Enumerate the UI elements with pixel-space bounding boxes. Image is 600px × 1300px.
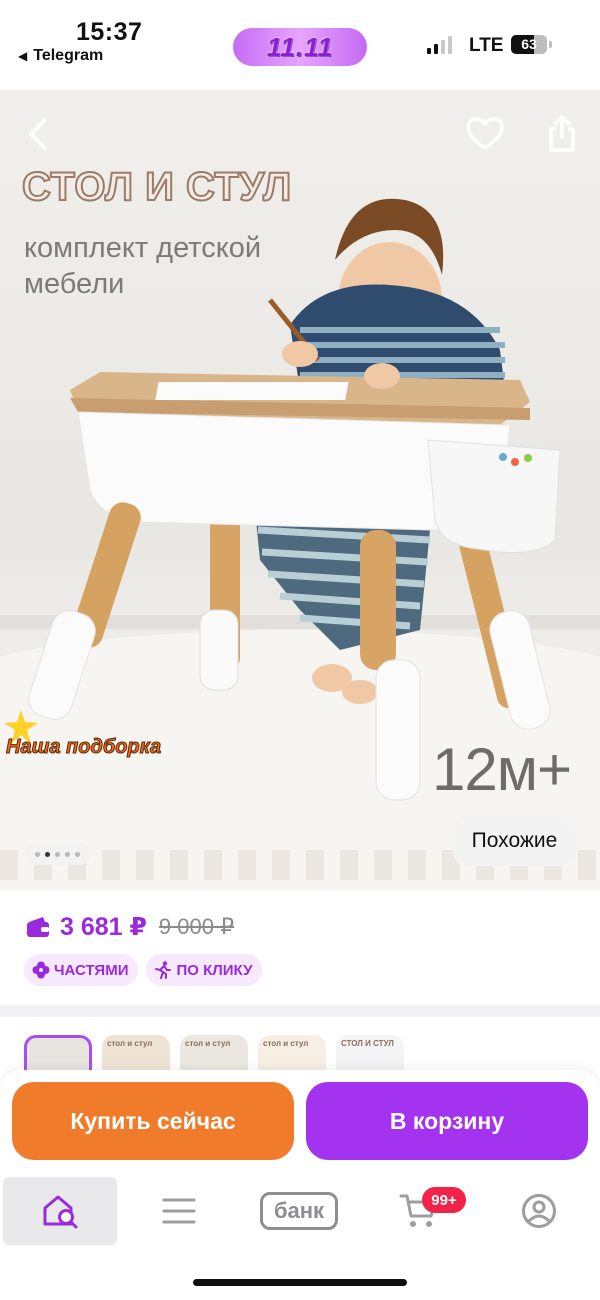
one-click-badge[interactable]: ПО КЛИКУ: [146, 954, 263, 986]
thumbnail-label: стол и стул: [263, 1039, 309, 1048]
favorite-button[interactable]: [463, 112, 507, 156]
similar-button[interactable]: Похожие: [453, 816, 576, 866]
purchase-action-bar: Купить сейчас В корзину: [0, 1070, 600, 1175]
current-price: 3 681 ₽: [60, 913, 147, 941]
product-image-carousel[interactable]: СТОЛ И СТУЛ комплект детской мебели 12м+…: [0, 90, 600, 890]
tab-bank[interactable]: банк: [242, 1177, 356, 1245]
thumbnail-label: СТОЛ И СТУЛ: [341, 1039, 394, 1048]
battery-level: 63: [521, 36, 537, 52]
hero-title: СТОЛ И СТУЛ: [21, 164, 292, 210]
carousel-page-dots: [25, 843, 90, 865]
age-label: 12м+: [432, 736, 572, 803]
one-click-label: ПО КЛИКУ: [176, 961, 253, 979]
old-price: 9 000 ₽: [158, 914, 235, 939]
installments-badge[interactable]: ЧАСТЯМИ: [24, 954, 139, 986]
thumbnail[interactable]: стол и стул: [102, 1035, 170, 1075]
battery-tip: [549, 41, 552, 48]
back-to-app-link[interactable]: ◀ Telegram: [18, 47, 103, 65]
carousel-dot: [45, 851, 50, 857]
thumbnail-label: стол и стул: [185, 1039, 231, 1048]
battery-icon: 63: [511, 35, 547, 54]
thumbnail-label: стол и стул: [107, 1039, 153, 1048]
price-row: 3 681 ₽ 9 000 ₽: [26, 912, 234, 942]
carousel-dot: [75, 851, 80, 857]
tab-home-search[interactable]: [3, 1177, 117, 1245]
thumbnail[interactable]: [24, 1035, 92, 1075]
thumbnail[interactable]: СТОЛ И СТУЛ: [336, 1035, 404, 1075]
installments-label: ЧАСТЯМИ: [54, 961, 129, 979]
heart-icon: [466, 117, 504, 150]
thumbnail-strip: стол и стул стол и стул стол и стул СТОЛ…: [0, 1017, 600, 1077]
thumbnail[interactable]: стол и стул: [180, 1035, 248, 1075]
home-search-icon: [43, 1195, 78, 1229]
promo-label: 11.11: [266, 31, 334, 62]
cart-count-badge: 99+: [422, 1187, 466, 1213]
clover-icon: [32, 961, 50, 979]
payment-badges: ЧАСТЯМИ ПО КЛИКУ: [24, 954, 263, 986]
carousel-dot: [35, 851, 40, 857]
share-button[interactable]: [540, 112, 584, 156]
back-button[interactable]: [16, 112, 60, 156]
back-arrow-icon: ◀: [18, 49, 28, 63]
network-label: LTE: [469, 35, 504, 56]
bottom-tab-bar: банк 99+: [0, 1175, 600, 1255]
profile-icon: [522, 1194, 556, 1228]
running-person-icon: [155, 961, 172, 979]
section-divider: [0, 1005, 600, 1017]
signal-icon: [427, 36, 452, 54]
promo-badge[interactable]: 11.11: [233, 28, 367, 66]
status-time: 15:37: [76, 18, 143, 46]
menu-icon: [162, 1198, 196, 1224]
price-card: 3 681 ₽ 9 000 ₽ ЧАСТЯМИ ПО КЛИКУ: [0, 890, 600, 1005]
home-indicator: [193, 1279, 407, 1286]
tab-profile[interactable]: [482, 1177, 596, 1245]
tab-cart[interactable]: 99+: [362, 1177, 476, 1245]
collection-label: Наша подборка: [5, 736, 162, 759]
back-app-label: Telegram: [33, 47, 104, 64]
wallet-icon: [27, 917, 49, 937]
bank-label: банк: [260, 1192, 338, 1230]
status-bar: 15:37 ◀ Telegram 11.11 LTE 63: [0, 0, 600, 90]
add-to-cart-button[interactable]: В корзину: [306, 1082, 588, 1160]
chevron-left-icon: [29, 118, 47, 150]
carousel-dot: [65, 851, 70, 857]
hero-subtitle: комплект детской мебели: [24, 232, 262, 300]
buy-now-button[interactable]: Купить сейчас: [12, 1082, 294, 1160]
thumbnail[interactable]: стол и стул: [258, 1035, 326, 1075]
carousel-dot: [55, 851, 60, 857]
share-icon: [549, 115, 575, 152]
tab-catalog[interactable]: [122, 1177, 236, 1245]
